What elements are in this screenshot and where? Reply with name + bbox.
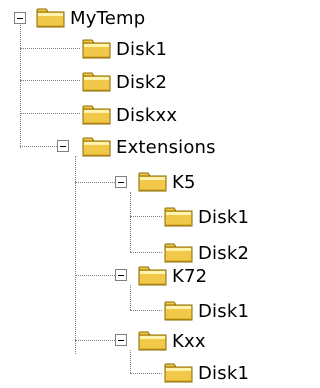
tree-connector [130, 252, 162, 253]
tree-connector [130, 310, 162, 311]
folder-icon [82, 39, 112, 59]
tree-node-label: Kxx [172, 331, 206, 352]
tree-connector [130, 192, 131, 252]
tree-connector [20, 80, 80, 81]
tree-node-label: K5 [172, 172, 196, 193]
tree-node-label: Disk1 [198, 363, 250, 384]
folder-icon [82, 105, 112, 125]
folder-icon [164, 207, 194, 227]
collapse-icon[interactable] [115, 334, 127, 346]
tree-connector [130, 216, 162, 217]
tree-connector [20, 48, 80, 49]
tree-node-label: Disk1 [116, 39, 168, 60]
collapse-icon[interactable] [57, 140, 69, 152]
tree-node-label: Disk1 [198, 207, 250, 228]
folder-icon [36, 8, 66, 28]
tree-connector [75, 182, 115, 183]
collapse-icon[interactable] [115, 269, 127, 281]
folder-tree: MyTemp Disk1 Disk2 Diskxx Extensions K5 … [0, 0, 259, 385]
tree-connector [130, 285, 131, 310]
tree-node-label: Extensions [116, 137, 216, 158]
tree-connector [20, 25, 21, 148]
tree-node-label: Diskxx [116, 105, 178, 126]
collapse-icon[interactable] [14, 12, 26, 24]
folder-icon [138, 172, 168, 192]
folder-icon [164, 243, 194, 263]
tree-node-label: Disk1 [198, 301, 250, 322]
collapse-icon[interactable] [115, 176, 127, 188]
tree-connector [130, 373, 162, 374]
tree-connector [75, 275, 115, 276]
tree-connector [75, 156, 76, 354]
tree-connector [20, 113, 80, 114]
folder-icon [138, 331, 168, 351]
tree-connector [75, 340, 115, 341]
folder-icon [164, 363, 194, 383]
tree-connector [130, 350, 131, 373]
folder-icon [164, 301, 194, 321]
folder-icon [82, 72, 112, 92]
folder-icon [82, 137, 112, 157]
tree-node-label: MyTemp [70, 8, 146, 29]
tree-node-label: Disk2 [116, 72, 168, 93]
tree-node-label: K72 [172, 266, 208, 287]
folder-icon [138, 266, 168, 286]
